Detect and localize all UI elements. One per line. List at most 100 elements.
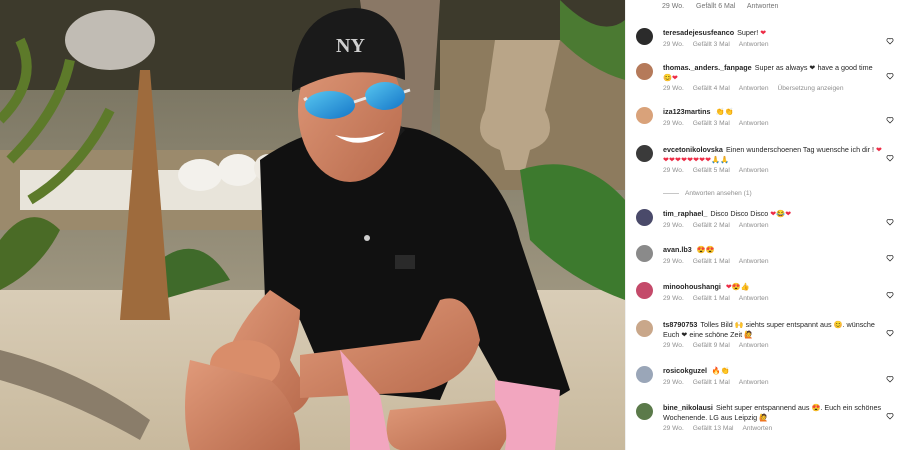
comment-meta: 29 Wo. Gefällt 9 Mal Antworten	[663, 342, 778, 349]
comment-text: evcetonikolovska Einen wunderschoenen Tag…	[663, 145, 883, 164]
comment-username[interactable]: evcetonikolovska	[663, 145, 723, 154]
previous-comment-meta: 29 Wo. Gefällt 6 Mal Antworten	[662, 3, 788, 10]
avatar[interactable]	[636, 209, 653, 226]
comment-meta: 29 Wo. Gefällt 3 Mal Antworten	[663, 41, 778, 48]
comment-meta: 29 Wo. Gefällt 13 Mal Antworten	[663, 425, 781, 432]
comment-age: 29 Wo.	[663, 41, 684, 48]
comment-age: 29 Wo.	[662, 3, 685, 10]
avatar[interactable]	[636, 403, 653, 420]
avatar[interactable]	[636, 28, 653, 45]
comment-likes[interactable]: Gefällt 1 Mal	[693, 295, 730, 302]
reply-link[interactable]: Antworten	[739, 379, 769, 386]
comment-likes[interactable]: Gefällt 5 Mal	[693, 167, 730, 174]
comment-body: Disco Disco Disco	[710, 209, 769, 218]
like-heart-icon[interactable]	[886, 286, 894, 299]
like-heart-icon[interactable]	[886, 67, 894, 80]
comment-emoji: ❤😂❤	[768, 209, 792, 218]
comment-username[interactable]: teresadejesusfeanco	[663, 28, 734, 37]
comment-text: iza123martins 👏👏	[663, 107, 883, 117]
like-heart-icon[interactable]	[886, 407, 894, 420]
reply-link[interactable]: Antworten	[742, 425, 772, 432]
like-heart-icon[interactable]	[886, 249, 894, 262]
comment-likes[interactable]: Gefällt 3 Mal	[693, 41, 730, 48]
comment-username[interactable]: thomas._anders._fanpage	[663, 63, 752, 72]
avatar[interactable]	[636, 320, 653, 337]
comment-meta: 29 Wo. Gefällt 3 Mal Antworten	[663, 120, 778, 127]
comment-username[interactable]: iza123martins	[663, 107, 711, 116]
comment-likes[interactable]: Gefällt 2 Mal	[693, 222, 730, 229]
reply-link[interactable]: Antworten	[739, 258, 769, 265]
like-heart-icon[interactable]	[886, 370, 894, 383]
comment-meta: 29 Wo. Gefällt 4 Mal Antworten Übersetzung …	[663, 85, 852, 92]
reply-link[interactable]: Antworten	[739, 85, 769, 92]
reply-link[interactable]: Antworten	[739, 120, 769, 127]
comment-meta: 29 Wo. Gefällt 1 Mal Antworten	[663, 258, 778, 265]
reply-link[interactable]: Antworten	[739, 342, 769, 349]
view-replies-toggle[interactable]: Antworten ansehen (1)	[663, 190, 752, 197]
comment-age: 29 Wo.	[663, 120, 684, 127]
comment-age: 29 Wo.	[663, 258, 684, 265]
comment-text: teresadejesusfeanco Super! ❤	[663, 28, 883, 38]
comment-age: 29 Wo.	[663, 379, 684, 386]
like-heart-icon[interactable]	[886, 111, 894, 124]
comment-likes[interactable]: Gefällt 4 Mal	[693, 85, 730, 92]
comment-emoji: ❤	[758, 28, 767, 37]
comment-age: 29 Wo.	[663, 85, 684, 92]
comment-username[interactable]: rosicokguzel	[663, 366, 707, 375]
comment-username[interactable]: ts8790753	[663, 320, 697, 329]
comment-age: 29 Wo.	[663, 167, 684, 174]
comment-likes[interactable]: Gefällt 6 Mal	[696, 3, 735, 10]
comment-likes[interactable]: Gefällt 9 Mal	[693, 342, 730, 349]
reply-link[interactable]: Antworten	[739, 222, 769, 229]
comment-age: 29 Wo.	[663, 295, 684, 302]
replies-divider	[663, 192, 679, 194]
comment-body: Super as always ❤ have a good time	[754, 63, 873, 72]
comment-age: 29 Wo.	[663, 425, 684, 432]
comment-username[interactable]: avan.lb3	[663, 245, 692, 254]
comment-age: 29 Wo.	[663, 342, 684, 349]
like-heart-icon[interactable]	[886, 149, 894, 162]
reply-link[interactable]: Antworten	[747, 3, 779, 10]
avatar[interactable]	[636, 366, 653, 383]
comment-username[interactable]: tim_raphael_	[663, 209, 707, 218]
avatar[interactable]	[636, 282, 653, 299]
comment-body: Einen wunderschoenen Tag wuensche ich di…	[725, 145, 875, 154]
comment-emoji: 😍😍	[694, 245, 715, 254]
translate-link[interactable]: Übersetzung anzeigen	[778, 85, 844, 92]
avatar[interactable]	[636, 245, 653, 262]
comment-body: Super!	[737, 28, 759, 37]
comment-age: 29 Wo.	[663, 222, 684, 229]
like-heart-icon[interactable]	[886, 32, 894, 45]
comment-username[interactable]: bine_nikolausi	[663, 403, 713, 412]
comment-emoji: 🔥👏	[709, 366, 730, 375]
comment-likes[interactable]: Gefällt 13 Mal	[693, 425, 734, 432]
comments-panel: 29 Wo. Gefällt 6 Mal Antworten teresadej…	[625, 0, 900, 450]
photo-illustration: NY	[0, 0, 625, 450]
comment-username[interactable]: minoohoushangi	[663, 282, 721, 291]
comment-text: ts8790753 Tolles Bild 🙌 siehts super ents…	[663, 320, 883, 339]
comment-meta: 29 Wo. Gefällt 2 Mal Antworten	[663, 222, 778, 229]
avatar[interactable]	[636, 63, 653, 80]
reply-link[interactable]: Antworten	[739, 41, 769, 48]
comment-emoji: 👏👏	[713, 107, 734, 116]
view-replies-label: Antworten ansehen (1)	[685, 190, 752, 197]
post-photo: NY	[0, 0, 625, 450]
avatar[interactable]	[636, 145, 653, 162]
comment-meta: 29 Wo. Gefällt 1 Mal Antworten	[663, 379, 778, 386]
avatar[interactable]	[636, 107, 653, 124]
comment-meta: 29 Wo. Gefällt 5 Mal Antworten	[663, 167, 778, 174]
comment-text: avan.lb3 😍😍	[663, 245, 883, 255]
comment-meta: 29 Wo. Gefällt 1 Mal Antworten	[663, 295, 778, 302]
comment-likes[interactable]: Gefällt 1 Mal	[693, 258, 730, 265]
comment-text: minoohoushangi ❤😍👍	[663, 282, 883, 292]
comment-text: rosicokguzel 🔥👏	[663, 366, 883, 376]
comment-text: thomas._anders._fanpage Super as always ❤…	[663, 63, 883, 82]
like-heart-icon[interactable]	[886, 324, 894, 337]
comment-emoji: ❤😍👍	[723, 282, 750, 291]
reply-link[interactable]: Antworten	[739, 295, 769, 302]
reply-link[interactable]: Antworten	[739, 167, 769, 174]
comment-text: bine_nikolausi Sieht super entspannend au…	[663, 403, 883, 422]
like-heart-icon[interactable]	[886, 213, 894, 226]
comment-likes[interactable]: Gefällt 3 Mal	[693, 120, 730, 127]
comment-likes[interactable]: Gefällt 1 Mal	[693, 379, 730, 386]
